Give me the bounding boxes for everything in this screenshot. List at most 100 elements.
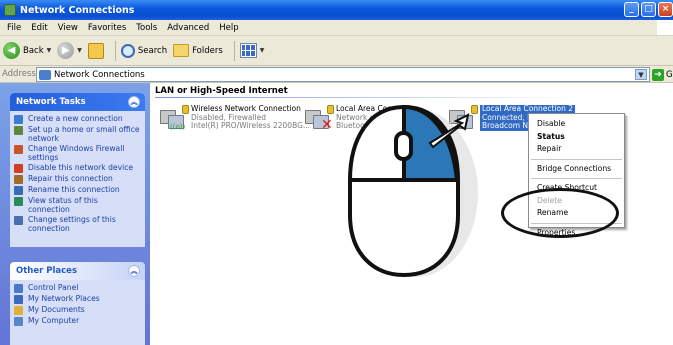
views-button[interactable]: ▼ (239, 43, 265, 58)
address-label: Address (2, 69, 36, 79)
network-connections-window: Network Connections _ □ × File Edit View… (0, 0, 673, 345)
folders-button[interactable]: Folders (173, 44, 223, 57)
network-tasks-header[interactable]: Network Tasks ︽ (10, 93, 145, 111)
task-label: Set up a home or small office network (28, 125, 140, 143)
home-network-icon (14, 126, 23, 135)
task-repair-this-connection[interactable]: Repair this connection (14, 174, 141, 184)
menu-edit[interactable]: Edit (26, 23, 52, 33)
task-set-up-a-home-or-small-office-network[interactable]: Set up a home or small office network (14, 125, 141, 143)
place-my-computer[interactable]: My Computer (14, 316, 141, 326)
other-places-panel: Other Places ︽ Control Panel My Network P… (10, 262, 145, 345)
task-change-windows-firewall-settings[interactable]: Change Windows Firewall settings (14, 144, 141, 162)
task-label: Rename this connection (28, 185, 120, 194)
other-places-header[interactable]: Other Places ︽ (10, 262, 145, 280)
task-rename-this-connection[interactable]: Rename this connection (14, 185, 141, 195)
up-button[interactable] (87, 42, 104, 59)
task-create-a-new-connection[interactable]: Create a new connection (14, 114, 141, 124)
address-field[interactable]: Network Connections ▼ (36, 67, 650, 82)
collapse-chevron-icon[interactable]: ︽ (128, 265, 140, 277)
task-label: Create a new connection (28, 114, 123, 123)
place-my-documents[interactable]: My Documents (14, 305, 141, 315)
menu-tools[interactable]: Tools (131, 23, 162, 33)
other-places-list: Control Panel My Network Places My Documen… (10, 280, 145, 333)
network-connections-icon (39, 69, 51, 80)
views-dropdown-icon[interactable]: ▼ (260, 47, 265, 54)
windows-logo-icon (657, 20, 673, 35)
forward-button[interactable]: ▶ ▼ (57, 42, 82, 59)
menu-separator (531, 158, 622, 160)
rename-icon (14, 186, 23, 195)
maximize-button[interactable]: □ (641, 2, 656, 17)
menu-view[interactable]: View (53, 23, 83, 33)
my-computer-icon (14, 317, 23, 326)
search-icon (120, 43, 135, 58)
go-button[interactable]: ➜ G (652, 67, 673, 82)
group-header: LAN or High-Speed Internet (155, 86, 288, 96)
toolbar-separator (233, 40, 235, 61)
up-folder-icon (87, 42, 104, 59)
menu-favorites[interactable]: Favorites (83, 23, 131, 33)
network-tasks-panel: Network Tasks ︽ Create a new connection S… (10, 93, 145, 247)
status-icon (14, 197, 23, 206)
menu-item-status[interactable]: Status (529, 131, 624, 144)
task-label: My Network Places (28, 294, 100, 303)
task-label: Repair this connection (28, 174, 113, 183)
toolbar: ◀ Back ▼ ▶ ▼ Search Folders ▼ (0, 36, 673, 66)
menu-item-disable[interactable]: Disable (529, 118, 624, 131)
task-label: Control Panel (28, 283, 79, 292)
network-places-icon (14, 295, 23, 304)
connection-device: Intel(R) PRO/Wireless 2200BG... (191, 121, 311, 130)
repair-icon (14, 175, 23, 184)
task-label: Change Windows Firewall settings (28, 144, 125, 162)
back-button[interactable]: ◀ Back ▼ (3, 42, 51, 59)
toolbar-separator (114, 40, 116, 61)
my-documents-icon (14, 306, 23, 315)
firewall-icon (14, 145, 23, 154)
address-dropdown-icon[interactable]: ▼ (635, 69, 647, 80)
title-bar[interactable]: Network Connections _ □ × (0, 0, 673, 20)
folders-icon (173, 44, 190, 57)
task-view-status-of-this-connection[interactable]: View status of this connection (14, 196, 141, 214)
task-label: View status of this connection (28, 196, 98, 214)
menu-separator (531, 178, 622, 179)
address-bar: Address Network Connections ▼ ➜ G (0, 66, 673, 83)
search-button[interactable]: Search (120, 43, 168, 58)
menu-help[interactable]: Help (214, 23, 243, 33)
menu-advanced[interactable]: Advanced (162, 23, 214, 33)
back-arrow-icon: ◀ (3, 42, 20, 59)
minimize-button[interactable]: _ (624, 2, 639, 17)
forward-arrow-icon: ▶ (57, 42, 75, 59)
task-label: Change settings of this connection (28, 215, 116, 233)
other-places-title: Other Places (16, 266, 77, 276)
back-label: Back (23, 45, 44, 56)
menu-item-bridge-connections[interactable]: Bridge Connections (529, 163, 624, 176)
place-control-panel[interactable]: Control Panel (14, 283, 141, 293)
task-disable-this-network-device[interactable]: Disable this network device (14, 163, 141, 173)
task-label: My Documents (28, 305, 85, 314)
menu-file[interactable]: File (2, 23, 26, 33)
folders-label: Folders (192, 45, 223, 56)
go-arrow-icon: ➜ (652, 68, 664, 81)
settings-icon (14, 216, 23, 225)
views-icon (239, 43, 257, 58)
search-label: Search (137, 45, 168, 56)
network-tasks-list: Create a new connection Set up a home or … (10, 111, 145, 240)
place-my-network-places[interactable]: My Network Places (14, 294, 141, 304)
menu-bar: File Edit View Favorites Tools Advanced … (0, 20, 673, 36)
go-label: G (666, 69, 673, 80)
wireless-connection-icon: ((o)) (158, 105, 189, 133)
forward-dropdown-icon[interactable]: ▼ (77, 47, 82, 54)
right-click-mouse-illustration (348, 104, 478, 278)
task-label: My Computer (28, 316, 80, 325)
address-value: Network Connections (54, 69, 145, 80)
menu-item-repair[interactable]: Repair (529, 143, 624, 156)
disable-icon (14, 164, 23, 173)
task-label: Disable this network device (28, 163, 134, 172)
collapse-chevron-icon[interactable]: ︽ (128, 96, 140, 108)
close-button[interactable]: × (658, 2, 673, 17)
control-panel-icon (14, 284, 23, 293)
connection-wireless[interactable]: ((o)) Wireless Network Connection Disabl… (158, 104, 311, 133)
network-connections-icon (4, 4, 16, 16)
back-dropdown-icon[interactable]: ▼ (47, 47, 52, 54)
task-change-settings-of-this-connection[interactable]: Change settings of this connection (14, 215, 141, 233)
